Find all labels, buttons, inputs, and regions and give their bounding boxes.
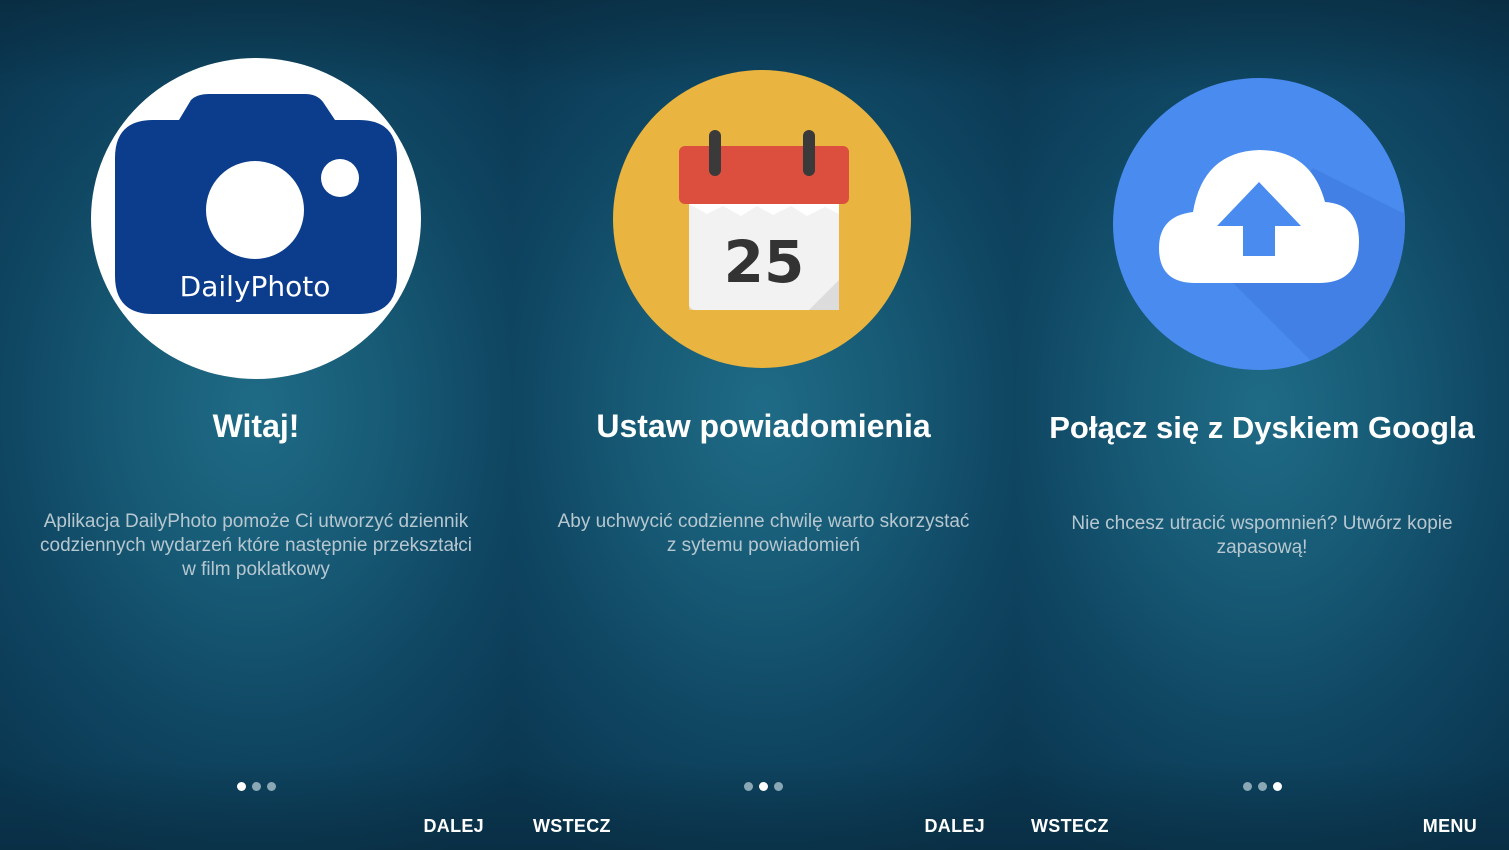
back-button[interactable]: WSTECZ [1031, 816, 1109, 837]
page-title: Połącz się z Dyskiem Googla [1049, 410, 1475, 445]
onboarding-screen-welcome: DailyPhoto Witaj! Aplikacja DailyPhoto p… [0, 0, 512, 850]
camera-icon: DailyPhoto [91, 58, 421, 379]
page-dot-1 [744, 782, 753, 791]
page-dot-2 [759, 782, 768, 791]
onboarding-screen-google-drive: Połącz się z Dyskiem Googla Nie chcesz u… [1015, 0, 1509, 850]
page-title: Witaj! [212, 408, 300, 444]
page-dot-1 [236, 782, 246, 791]
calendar-icon-graphic: 25 [679, 130, 849, 310]
cloud-upload-icon [1113, 78, 1405, 370]
page-description: Aby uchwycić codzienne chwilę warto skor… [557, 511, 970, 556]
cloud-upload-icon-graphic [1159, 150, 1405, 370]
calendar-icon: 25 [613, 70, 911, 368]
page-dot-2 [1257, 782, 1267, 791]
page-description: Aplikacja DailyPhoto pomoże Ci utworzyć … [40, 511, 472, 580]
next-button[interactable]: DALEJ [423, 816, 484, 837]
camera-icon-graphic: DailyPhoto [115, 94, 397, 314]
calendar-day: 25 [724, 228, 805, 296]
logo-text: DailyPhoto [180, 270, 331, 303]
page-dot-3 [774, 782, 783, 791]
page-dot-3 [1272, 782, 1282, 791]
onboarding-screen-notifications: 25 Ustaw powiadomienia Aby uchwycić codz… [512, 0, 1015, 850]
back-button[interactable]: WSTECZ [533, 816, 611, 837]
page-dot-2 [251, 782, 261, 791]
menu-button[interactable]: MENU [1423, 816, 1477, 837]
page-indicator [512, 782, 1015, 791]
onboarding-screens: DailyPhoto Witaj! Aplikacja DailyPhoto p… [0, 0, 1509, 850]
next-button[interactable]: DALEJ [924, 816, 985, 837]
page-dot-3 [266, 782, 276, 791]
page-indicator [1015, 782, 1509, 791]
page-dot-1 [1242, 782, 1252, 791]
page-title: Ustaw powiadomienia [596, 408, 931, 444]
page-description: Nie chcesz utracić wspomnień? Utwórz kop… [1071, 513, 1453, 558]
page-indicator [0, 782, 512, 791]
